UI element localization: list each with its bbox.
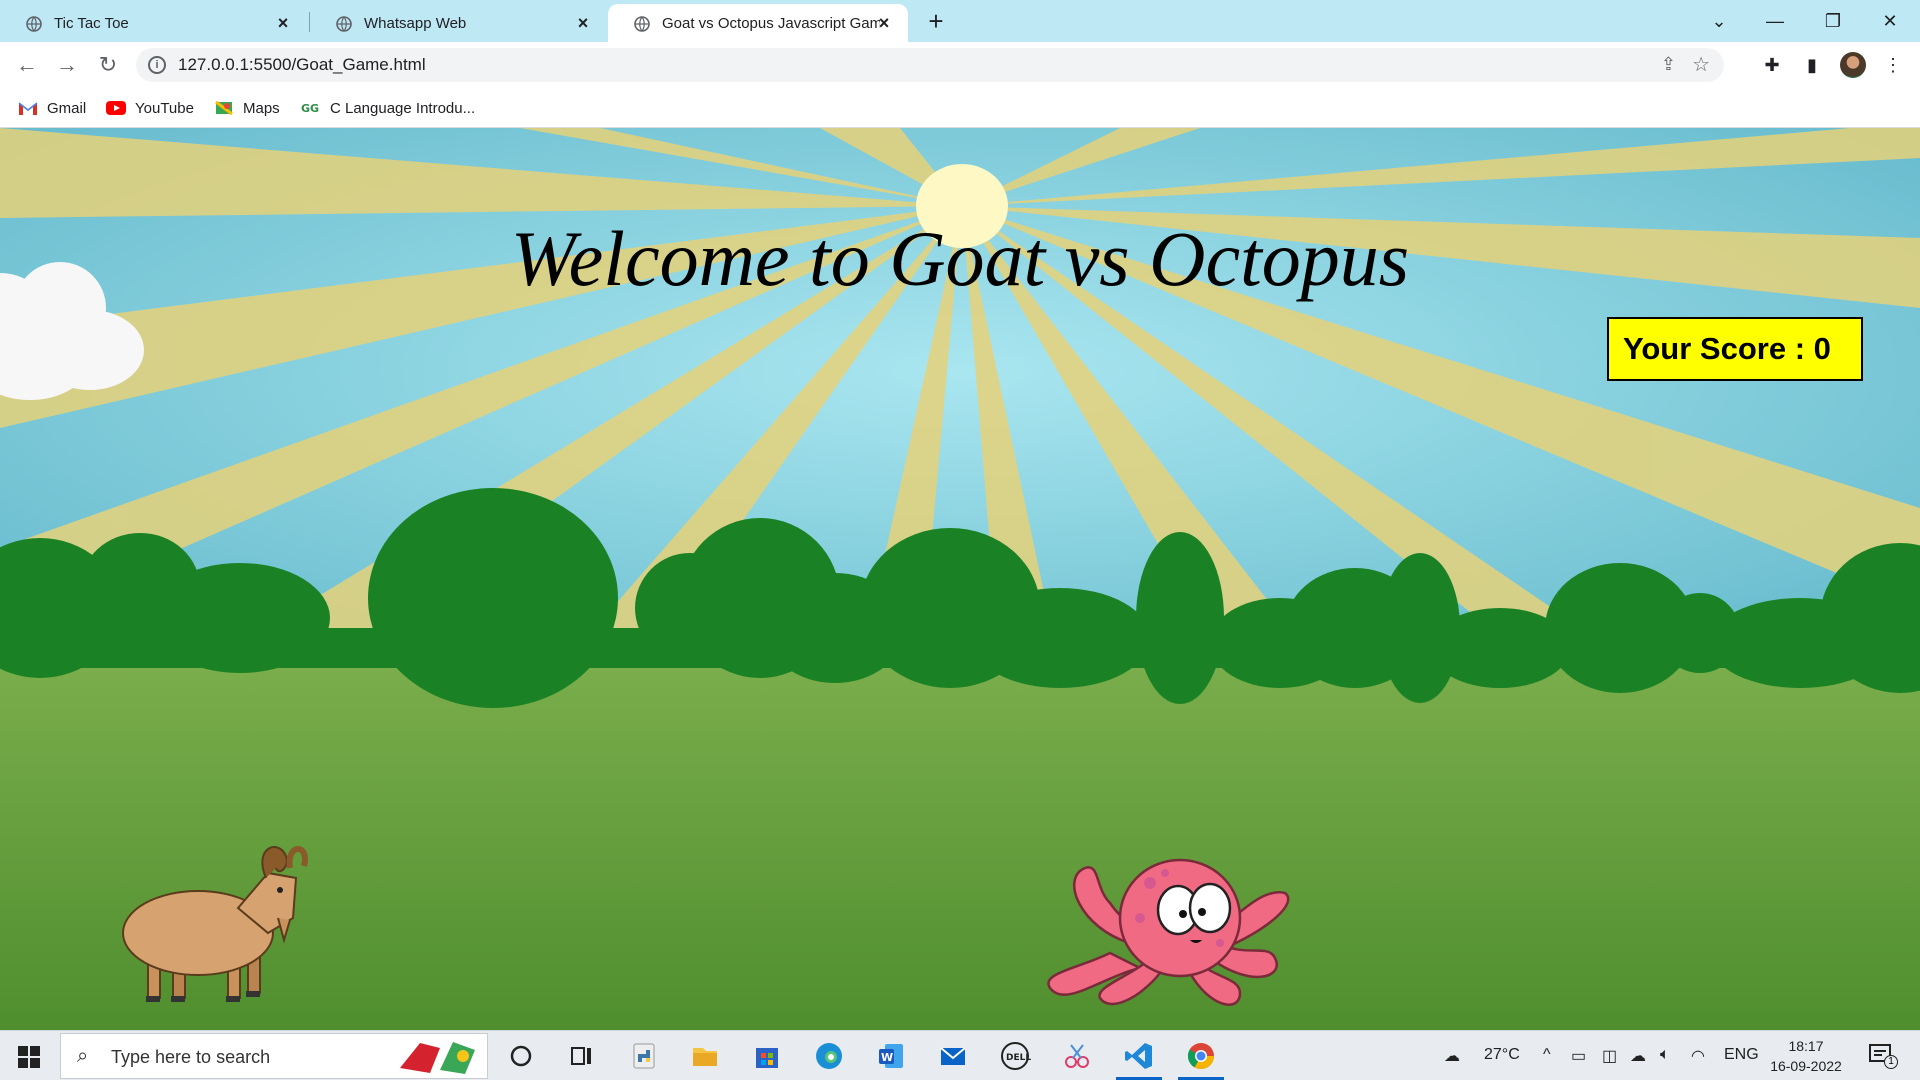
wifi-icon[interactable]: ◠ — [1691, 1046, 1705, 1066]
gmail-icon — [18, 102, 38, 115]
volume-icon[interactable]: 🔈︎ — [1660, 1046, 1670, 1064]
snipping-tool-icon[interactable] — [1061, 1040, 1093, 1072]
tab-whatsapp-web[interactable]: Whatsapp Web × — [310, 4, 607, 42]
url-text: 127.0.0.1:5500/Goat_Game.html — [178, 55, 426, 74]
weather-temp[interactable]: 27°C — [1484, 1046, 1520, 1064]
svg-text:GG: GG — [301, 102, 319, 115]
address-bar[interactable]: i 127.0.0.1:5500/Goat_Game.html ⇪ ☆ — [136, 48, 1724, 82]
game-title: Welcome to Goat vs Octopus — [510, 215, 1410, 302]
clock-time: 18:17 — [1788, 1038, 1824, 1054]
file-explorer-icon[interactable] — [689, 1040, 721, 1072]
microsoft-store-icon[interactable] — [751, 1040, 783, 1072]
search-placeholder: Type here to search — [111, 1047, 271, 1067]
task-view-icon[interactable] — [566, 1040, 598, 1072]
svg-text:W: W — [881, 1051, 893, 1064]
chevron-up-icon[interactable]: ^ — [1543, 1046, 1551, 1064]
maps-icon — [215, 100, 233, 116]
info-icon[interactable]: i — [148, 56, 166, 74]
maximize-button[interactable]: ❐ — [1813, 6, 1853, 36]
search-icon: ⌕ — [77, 1045, 89, 1067]
tab-label: Whatsapp Web — [364, 15, 467, 32]
edge-icon[interactable] — [813, 1040, 845, 1072]
onedrive-icon[interactable]: ☁ — [1630, 1046, 1646, 1066]
bookmark-c-language[interactable]: GG C Language Introdu... — [301, 96, 475, 120]
close-tab-icon[interactable]: × — [273, 13, 293, 33]
avatar[interactable] — [1840, 52, 1866, 78]
battery-icon[interactable]: ▭ — [1571, 1046, 1586, 1066]
close-tab-icon[interactable]: × — [874, 13, 894, 33]
globe-icon — [634, 16, 650, 32]
mail-icon[interactable] — [937, 1040, 969, 1072]
notification-center-icon[interactable]: 1 — [1868, 1043, 1898, 1071]
tab-search-icon[interactable]: ⌄ — [1699, 6, 1739, 36]
bookmark-maps[interactable]: Maps — [214, 96, 280, 120]
taskbar-search-input[interactable]: ⌕ Type here to search — [60, 1033, 488, 1079]
tab-tic-tac-toe[interactable]: Tic Tac Toe × — [0, 4, 307, 42]
cortana-icon[interactable] — [505, 1040, 537, 1072]
octopus-sprite — [1047, 858, 1290, 1006]
bookmark-label: C Language Introdu... — [330, 99, 476, 117]
clock-date: 16-09-2022 — [1770, 1058, 1842, 1074]
menu-icon[interactable]: ⋮ — [1880, 52, 1906, 78]
score-display: Your Score : 0 — [1607, 317, 1863, 381]
game-canvas: Welcome to Goat vs Octopus Your Score : … — [0, 128, 1920, 1030]
minimize-button[interactable]: — — [1755, 6, 1795, 36]
tab-label: Tic Tac Toe — [54, 15, 129, 32]
tab-label: Goat vs Octopus Javascript Game — [662, 15, 880, 32]
dell-icon[interactable]: DELL — [999, 1040, 1031, 1072]
bookmark-label: Gmail — [47, 99, 87, 117]
bookmark-label: Maps — [243, 99, 280, 117]
close-window-button[interactable]: ✕ — [1870, 6, 1910, 36]
close-tab-icon[interactable]: × — [573, 13, 593, 33]
word-icon[interactable]: W — [875, 1040, 907, 1072]
svg-text:DELL: DELL — [1006, 1053, 1031, 1063]
bookmark-gmail[interactable]: Gmail — [18, 96, 86, 120]
windows-start-icon[interactable] — [18, 1046, 40, 1068]
bookmark-youtube[interactable]: YouTube — [106, 96, 194, 120]
extensions-icon[interactable]: ✚ — [1759, 52, 1785, 78]
vscode-icon[interactable] — [1123, 1040, 1155, 1072]
reload-icon[interactable]: ↻ — [93, 50, 123, 80]
back-icon[interactable]: ← — [12, 50, 42, 80]
tab-goat-vs-octopus[interactable]: Goat vs Octopus Javascript Game × — [608, 4, 908, 42]
geeksforgeeks-icon: GG — [301, 102, 319, 115]
weather-icon[interactable]: ☁ — [1444, 1046, 1460, 1066]
forward-icon[interactable]: → — [52, 50, 82, 80]
youtube-icon — [106, 101, 126, 115]
notification-count: 1 — [1884, 1055, 1898, 1069]
bookmarks-bar: Gmail YouTube Maps GG C Language Introdu… — [0, 88, 1920, 128]
chrome-icon[interactable] — [1185, 1040, 1217, 1072]
tab-strip: Tic Tac Toe × Whatsapp Web × Goat vs Oct… — [0, 0, 1920, 42]
search-highlight-icon — [400, 1042, 475, 1074]
new-tab-button[interactable]: + — [922, 8, 950, 36]
goat-sprite — [122, 846, 308, 1002]
bookmark-star-icon[interactable]: ☆ — [1692, 52, 1710, 77]
globe-icon — [336, 16, 352, 32]
bookmark-label: YouTube — [135, 99, 194, 117]
system-clock[interactable]: 18:17 16-09-2022 — [1766, 1036, 1846, 1076]
browser-toolbar: ← → ↻ i 127.0.0.1:5500/Goat_Game.html ⇪ … — [0, 42, 1920, 88]
python-icon[interactable] — [628, 1040, 660, 1072]
share-icon[interactable]: ⇪ — [1661, 54, 1676, 75]
globe-icon — [26, 16, 42, 32]
windows-taskbar: ⌕ Type here to search W DELL ☁ 27°C ^ ▭ … — [0, 1030, 1920, 1080]
language-indicator[interactable]: ENG — [1724, 1046, 1759, 1064]
meet-icon[interactable]: ◫ — [1602, 1046, 1617, 1066]
side-panel-icon[interactable]: ▮ — [1799, 52, 1825, 78]
